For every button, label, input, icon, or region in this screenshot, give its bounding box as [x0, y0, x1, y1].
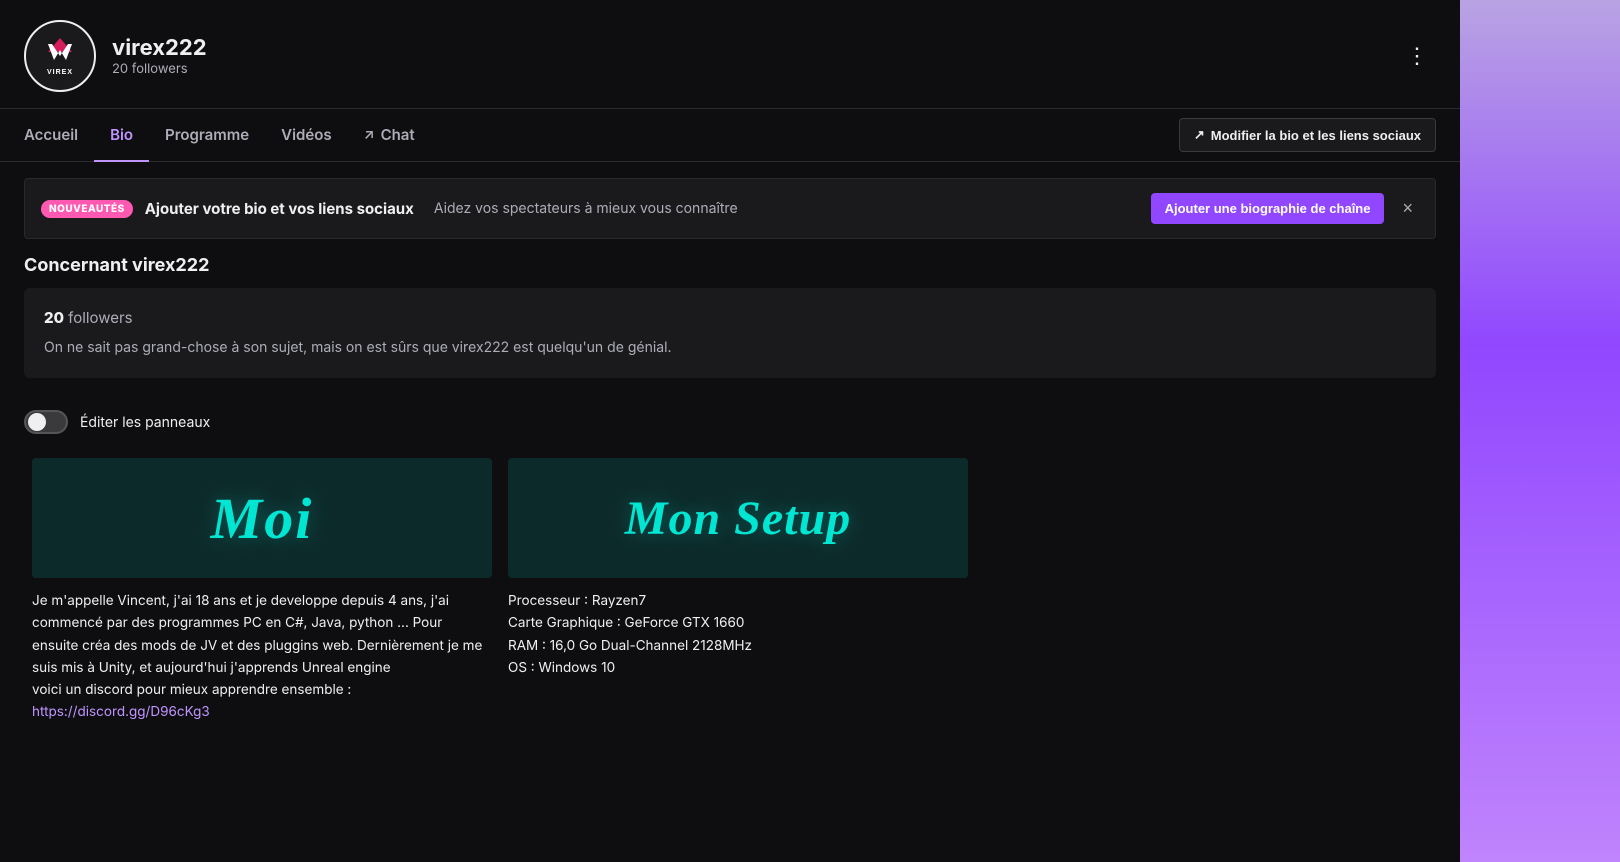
tab-programme[interactable]: Programme: [149, 109, 265, 162]
channel-info: VIREX virex222 20 followers: [24, 20, 207, 92]
panel-moi: Moi Je m'appelle Vincent, j'ai 18 ans et…: [24, 450, 500, 732]
panel-moi-text: Je m'appelle Vincent, j'ai 18 ans et je …: [32, 590, 492, 724]
toggle-knob: [28, 413, 46, 431]
modify-bio-button[interactable]: ↗ Modifier la bio et les liens sociaux: [1179, 118, 1436, 152]
banner-left: NOUVEAUTÉS Ajouter votre bio et vos lien…: [41, 199, 738, 218]
svg-text:VIREX: VIREX: [47, 69, 73, 76]
discord-link[interactable]: https://discord.gg/D96cKg3: [32, 704, 210, 720]
channel-name: virex222: [112, 35, 207, 61]
add-bio-button[interactable]: Ajouter une biographie de chaîne: [1151, 193, 1385, 224]
about-section: Concernant virex222 20 followers On ne s…: [0, 255, 1460, 394]
tab-videos[interactable]: Vidéos: [265, 109, 347, 162]
banner-right: Ajouter une biographie de chaîne ×: [1151, 193, 1419, 224]
about-followers-num: 20: [44, 308, 64, 327]
spec-ram: RAM : 16,0 Go Dual-Channel 2128MHz: [508, 638, 752, 654]
panel-moi-title: Moi: [211, 485, 314, 552]
about-description: On ne sait pas grand-chose à son sujet, …: [44, 337, 1416, 358]
notification-banner: NOUVEAUTÉS Ajouter votre bio et vos lien…: [24, 178, 1436, 239]
new-badge: NOUVEAUTÉS: [41, 200, 133, 218]
spec-os: OS : Windows 10: [508, 660, 615, 676]
external-link-icon-modify: ↗: [1194, 127, 1205, 143]
channel-text: virex222 20 followers: [112, 35, 207, 77]
about-followers: 20 followers: [44, 308, 1416, 327]
external-link-icon: ↗: [364, 126, 375, 143]
nav-tabs-row: Accueil Bio Programme Vidéos ↗ Chat ↗ Mo…: [0, 109, 1460, 162]
nav-right-area: ↗ Modifier la bio et les liens sociaux: [1179, 118, 1436, 152]
panel-moi-image: Moi: [32, 458, 492, 578]
spec-processor: Processeur : Rayzen7: [508, 593, 646, 609]
right-sidebar: [1460, 0, 1620, 862]
about-card: 20 followers On ne sait pas grand-chose …: [24, 288, 1436, 378]
panel-setup-text: Processeur : Rayzen7 Carte Graphique : G…: [508, 590, 968, 679]
panel-setup-image: Mon Setup: [508, 458, 968, 578]
banner-title: Ajouter votre bio et vos liens sociaux: [145, 199, 414, 218]
close-banner-button[interactable]: ×: [1396, 196, 1419, 221]
edit-panels-row: Éditer les panneaux: [0, 394, 1460, 450]
tabs-list: Accueil Bio Programme Vidéos ↗ Chat: [24, 109, 431, 161]
tab-bio[interactable]: Bio: [94, 109, 149, 162]
panel-setup: Mon Setup Processeur : Rayzen7 Carte Gra…: [500, 450, 976, 732]
main-content: VIREX virex222 20 followers ⋮ Accueil Bi…: [0, 0, 1460, 862]
about-title: Concernant virex222: [24, 255, 1436, 276]
follower-count: 20 followers: [112, 61, 207, 77]
about-followers-label: followers: [68, 308, 132, 327]
edit-panels-toggle[interactable]: [24, 410, 68, 434]
edit-panels-label: Éditer les panneaux: [80, 414, 210, 431]
panels-grid: Moi Je m'appelle Vincent, j'ai 18 ans et…: [0, 450, 1000, 756]
banner-subtitle: Aidez vos spectateurs à mieux vous conna…: [434, 200, 738, 217]
tab-chat[interactable]: ↗ Chat: [348, 109, 431, 162]
channel-header: VIREX virex222 20 followers ⋮: [0, 0, 1460, 109]
more-options-button[interactable]: ⋮: [1398, 39, 1436, 73]
spec-gpu: Carte Graphique : GeForce GTX 1660: [508, 615, 744, 631]
tab-accueil[interactable]: Accueil: [24, 109, 94, 162]
avatar: VIREX: [24, 20, 96, 92]
panel-setup-title: Mon Setup: [625, 491, 851, 546]
avatar-logo: VIREX: [34, 30, 86, 82]
